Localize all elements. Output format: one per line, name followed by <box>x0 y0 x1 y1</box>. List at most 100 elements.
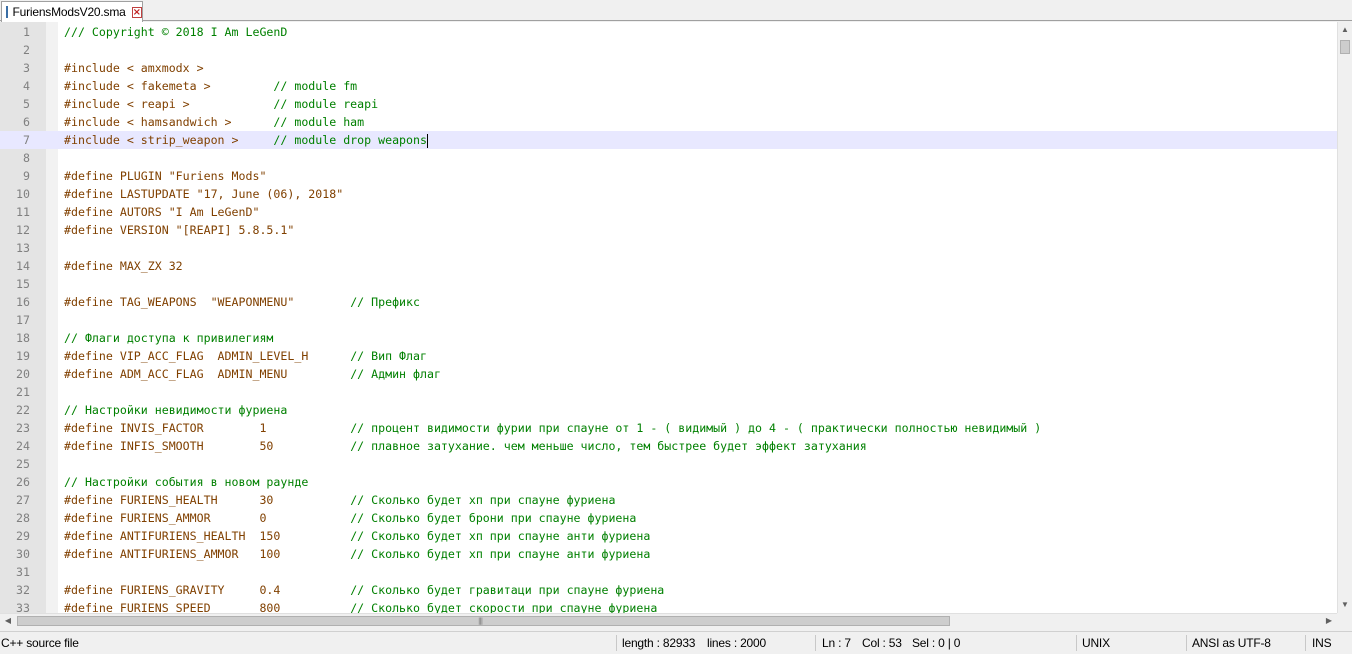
code-statement: #define MAX_ZX 32 <box>64 259 183 273</box>
scroll-up-icon[interactable]: ▲ <box>1338 22 1352 38</box>
file-icon <box>6 6 9 18</box>
code-line[interactable]: 26 // Настройки события в новом раунде <box>0 473 1337 491</box>
line-number: 2 <box>23 43 30 57</box>
code-text: #define FURIENS_GRAVITY 0.4 // Сколько б… <box>64 581 664 599</box>
code-line[interactable]: 18 // Флаги доступа к привилегиям <box>0 329 1337 347</box>
code-line[interactable]: 16 #define TAG_WEAPONS "WEAPONMENU" // Пр… <box>0 293 1337 311</box>
code-text: // Флаги доступа к привилегиям <box>64 329 273 347</box>
comment-text: // Сколько будет брони при спауне фуриен… <box>350 511 637 525</box>
code-line[interactable]: 11 #define AUTORS "I Am LeGenD" <box>0 203 1337 221</box>
code-line[interactable]: 3 #include < amxmodx > <box>0 59 1337 77</box>
status-length: length : 82933 <box>622 636 696 650</box>
status-language: C++ source file <box>1 636 79 650</box>
close-icon[interactable]: × <box>131 6 142 18</box>
status-col: Col : 53 <box>862 636 902 650</box>
code-statement: #define TAG_WEAPONS "WEAPONMENU" <box>64 295 351 309</box>
code-line[interactable]: 28 #define FURIENS_AMMOR 0 // Сколько буд… <box>0 509 1337 527</box>
line-number: 3 <box>23 61 30 75</box>
horizontal-scroll-thumb[interactable]: ||| <box>17 616 950 626</box>
code-text: #include < fakemeta > // module fm <box>64 77 357 95</box>
code-text: #include < amxmodx > <box>64 59 204 77</box>
code-statement: #include < hamsandwich > <box>64 115 274 129</box>
line-number: 5 <box>23 97 30 111</box>
line-number: 13 <box>16 241 30 255</box>
code-line[interactable]: 24 #define INFIS_SMOOTH 50 // плавное зат… <box>0 437 1337 455</box>
line-number: 27 <box>16 493 30 507</box>
code-text: #define INFIS_SMOOTH 50 // плавное затух… <box>64 437 867 455</box>
line-number: 18 <box>16 331 30 345</box>
scroll-right-icon[interactable]: ▶ <box>1321 614 1337 628</box>
code-line[interactable]: 32 #define FURIENS_GRAVITY 0.4 // Сколько… <box>0 581 1337 599</box>
code-statement: #define ANTIFURIENS_AMMOR 100 <box>64 547 351 561</box>
code-line[interactable]: 7 #include < strip_weapon > // module dro… <box>0 131 1337 149</box>
code-line[interactable]: 2 <box>0 41 1337 59</box>
code-line[interactable]: 27 #define FURIENS_HEALTH 30 // Сколько б… <box>0 491 1337 509</box>
line-number: 8 <box>23 151 30 165</box>
code-line[interactable]: 23 #define INVIS_FACTOR 1 // процент види… <box>0 419 1337 437</box>
code-line[interactable]: 10 #define LASTUPDATE "17, June (06), 201… <box>0 185 1337 203</box>
code-line[interactable]: 15 <box>0 275 1337 293</box>
code-line[interactable]: 4 #include < fakemeta > // module fm <box>0 77 1337 95</box>
code-text: #define PLUGIN "Furiens Mods" <box>64 167 266 185</box>
horizontal-scrollbar[interactable]: ◀ ||| ▶ <box>0 613 1337 628</box>
comment-text: // Вип Флаг <box>350 349 427 363</box>
comment-text: // module reapi <box>273 97 379 111</box>
comment-text: // процент видимости фурии при спауне от… <box>350 421 1042 435</box>
code-statement: #define VERSION "[REAPI] 5.8.5.1" <box>64 223 295 237</box>
line-number: 9 <box>23 169 30 183</box>
comment-text: // module drop weapons <box>273 133 427 147</box>
code-line[interactable]: 29 #define ANTIFURIENS_HEALTH 150 // Скол… <box>0 527 1337 545</box>
code-line[interactable]: 13 <box>0 239 1337 257</box>
code-text: // Настройки события в новом раунде <box>64 473 308 491</box>
comment-text: // module ham <box>273 115 365 129</box>
code-text: #define FURIENS_HEALTH 30 // Сколько буд… <box>64 491 615 509</box>
scroll-down-icon[interactable]: ▼ <box>1338 597 1352 613</box>
line-number: 4 <box>23 79 30 93</box>
tab-furiensmods[interactable]: FuriensModsV20.sma × <box>1 1 143 22</box>
code-editor[interactable]: 1/// Copyright © 2018 I Am LeGenD 2 3 #incl… <box>0 22 1337 613</box>
code-text: #define LASTUPDATE "17, June (06), 2018" <box>64 185 343 203</box>
code-line[interactable]: 1 /// Copyright © 2018 I Am LeGenD <box>0 23 1337 41</box>
line-number: 20 <box>16 367 30 381</box>
code-statement: #define ANTIFURIENS_HEALTH 150 <box>64 529 351 543</box>
code-line[interactable]: 33 #define FURIENS_SPEED 800 // Сколько б… <box>0 599 1337 613</box>
comment-text: // Префикс <box>350 295 420 309</box>
code-line[interactable]: 21 <box>0 383 1337 401</box>
code-text: #define VIP_ACC_FLAG ADMIN_LEVEL_H // Ви… <box>64 347 427 365</box>
code-line[interactable]: 30 #define ANTIFURIENS_AMMOR 100 // Сколь… <box>0 545 1337 563</box>
code-line[interactable]: 12 #define VERSION "[REAPI] 5.8.5.1" <box>0 221 1337 239</box>
scroll-left-icon[interactable]: ◀ <box>0 614 16 628</box>
code-text: #define TAG_WEAPONS "WEAPONMENU" // Преф… <box>64 293 420 311</box>
code-line[interactable]: 19 #define VIP_ACC_FLAG ADMIN_LEVEL_H // … <box>0 347 1337 365</box>
code-text: #define ADM_ACC_FLAG ADMIN_MENU // Админ… <box>64 365 441 383</box>
code-line[interactable]: 20 #define ADM_ACC_FLAG ADMIN_MENU // Адм… <box>0 365 1337 383</box>
code-statement: #include < fakemeta > <box>64 79 274 93</box>
vertical-scrollbar[interactable]: ▲ ▼ <box>1337 22 1352 613</box>
line-number: 24 <box>16 439 30 453</box>
code-line[interactable]: 31 <box>0 563 1337 581</box>
code-line[interactable]: 14 #define MAX_ZX 32 <box>0 257 1337 275</box>
code-line[interactable]: 17 <box>0 311 1337 329</box>
code-line[interactable]: 25 <box>0 455 1337 473</box>
line-number: 33 <box>16 601 30 613</box>
code-line[interactable]: 5 #include < reapi > // module reapi <box>0 95 1337 113</box>
scrollbar-corner <box>1337 613 1352 628</box>
code-text: #define VERSION "[REAPI] 5.8.5.1" <box>64 221 294 239</box>
status-ln: Ln : 7 <box>822 636 851 650</box>
status-divider <box>1305 635 1306 651</box>
vertical-scroll-thumb[interactable] <box>1340 40 1350 54</box>
status-lines: lines : 2000 <box>707 636 766 650</box>
code-line[interactable]: 9 #define PLUGIN "Furiens Mods" <box>0 167 1337 185</box>
code-line[interactable]: 8 <box>0 149 1337 167</box>
line-number: 28 <box>16 511 30 525</box>
code-text: // Настройки невидимости фуриена <box>64 401 287 419</box>
code-text: #define AUTORS "I Am LeGenD" <box>64 203 259 221</box>
code-line[interactable]: 22 // Настройки невидимости фуриена <box>0 401 1337 419</box>
line-number: 31 <box>16 565 30 579</box>
line-number: 11 <box>16 205 30 219</box>
line-number: 22 <box>16 403 30 417</box>
code-statement: #define FURIENS_GRAVITY 0.4 <box>64 583 351 597</box>
status-divider <box>1076 635 1077 651</box>
comment-text: // Сколько будет хп при спауне анти фури… <box>350 529 651 543</box>
code-line[interactable]: 6 #include < hamsandwich > // module ham <box>0 113 1337 131</box>
